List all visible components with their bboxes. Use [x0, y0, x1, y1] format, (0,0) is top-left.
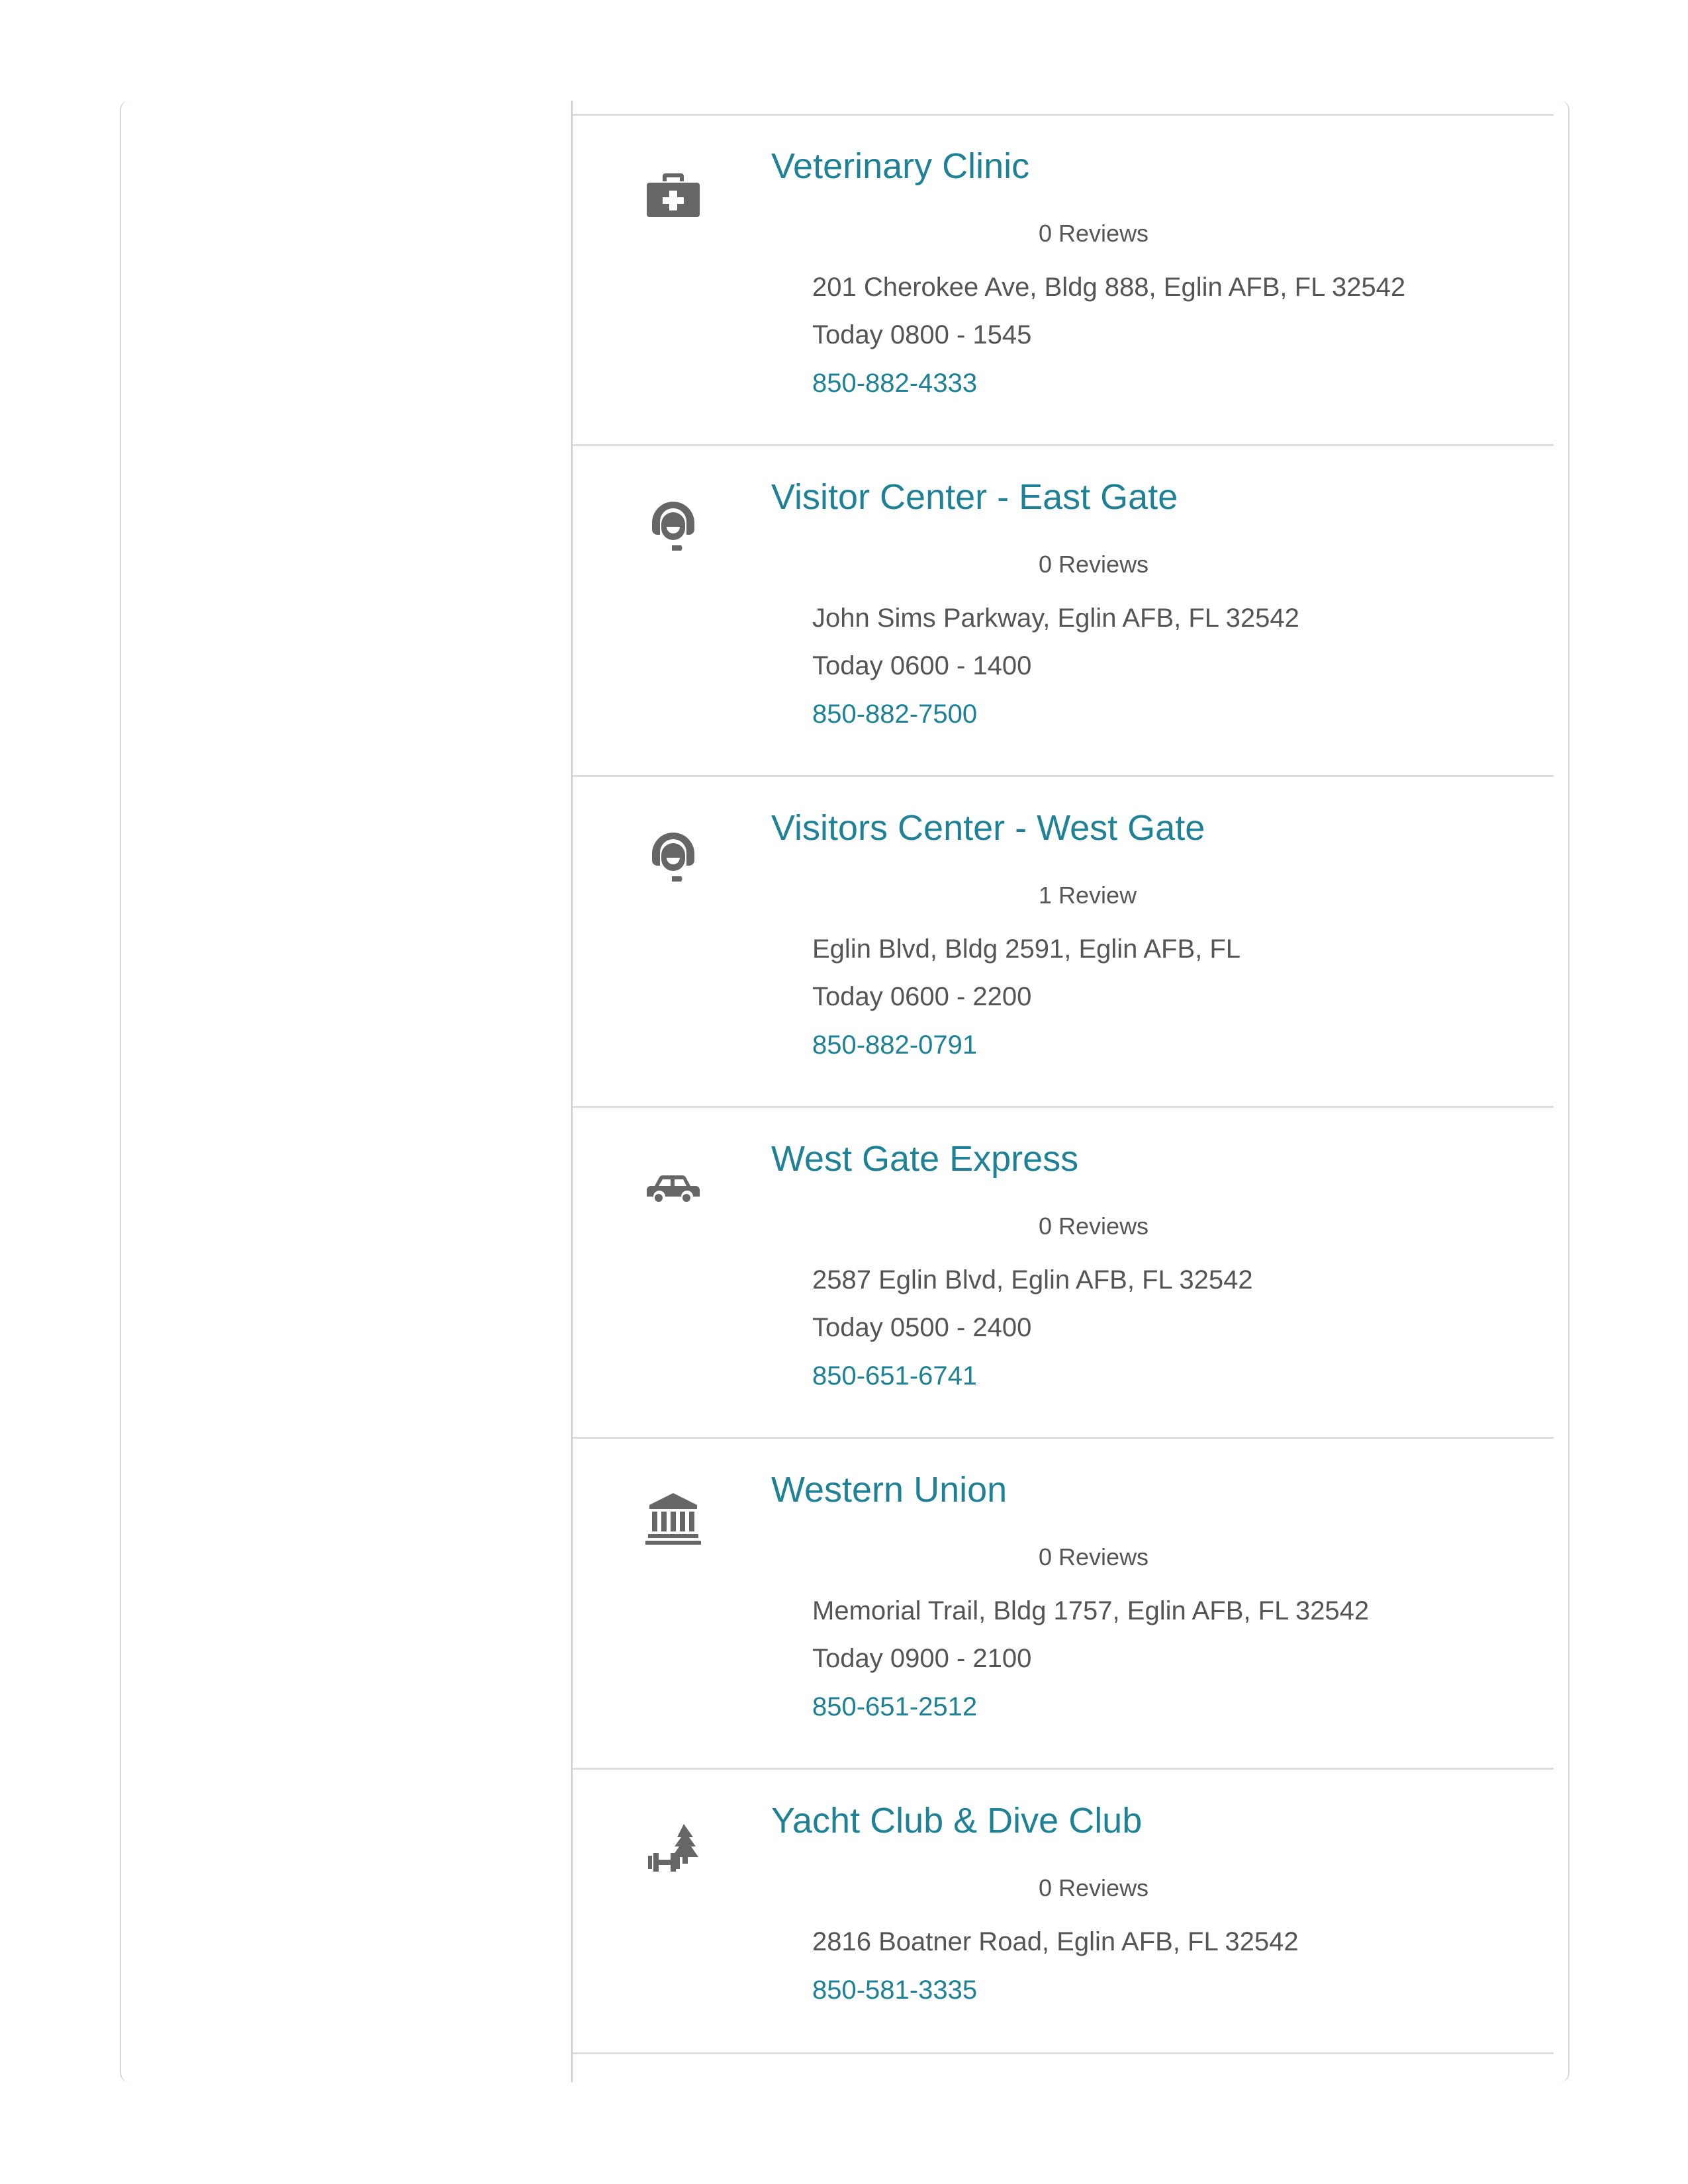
bank-icon	[645, 1490, 701, 1546]
listing-item: Western Union 0 Reviews Memorial Trail, …	[573, 1439, 1554, 1770]
listing-address: John Sims Parkway, Eglin AFB, FL 32542	[812, 604, 1299, 633]
customer-service-icon	[645, 498, 701, 553]
listing-phone[interactable]: 850-882-7500	[812, 700, 977, 729]
listing-reviews[interactable]: 0 Reviews	[1039, 220, 1149, 248]
outdoor-fitness-icon	[645, 1821, 701, 1877]
listing-address: Eglin Blvd, Bldg 2591, Eglin AFB, FL	[812, 934, 1241, 964]
listing-title[interactable]: Veterinary Clinic	[771, 146, 1029, 187]
listing-item: Visitor Center - East Gate 0 Reviews Joh…	[573, 446, 1554, 777]
listing-phone[interactable]: 850-651-6741	[812, 1361, 977, 1391]
sidebar	[121, 101, 571, 2082]
listing-address: Memorial Trail, Bldg 1757, Eglin AFB, FL…	[812, 1596, 1370, 1625]
listing-reviews[interactable]: 1 Review	[1039, 882, 1137, 909]
listing-hours: Today 0600 - 1400	[812, 651, 1032, 680]
listing-title[interactable]: Visitor Center - East Gate	[771, 477, 1178, 518]
listing-reviews[interactable]: 0 Reviews	[1039, 1874, 1149, 1902]
listing-hours: Today 0800 - 1545	[812, 320, 1032, 349]
listing-phone[interactable]: 850-651-2512	[812, 1692, 977, 1722]
listing-reviews[interactable]: 0 Reviews	[1039, 1543, 1149, 1571]
listing-phone[interactable]: 850-882-4333	[812, 369, 977, 398]
listing-hours: Today 0500 - 2400	[812, 1313, 1032, 1342]
listing-title[interactable]: Visitors Center - West Gate	[771, 807, 1205, 848]
customer-service-icon	[645, 829, 701, 884]
listing-reviews[interactable]: 0 Reviews	[1039, 551, 1149, 578]
car-icon	[645, 1160, 701, 1215]
listing-address: 201 Cherokee Ave, Bldg 888, Eglin AFB, F…	[812, 273, 1406, 302]
listing-item: Visitors Center - West Gate 1 Review Egl…	[573, 777, 1554, 1108]
listing-item: Veterinary Clinic 0 Reviews 201 Cherokee…	[573, 115, 1554, 446]
directory-list: Veterinary Clinic 0 Reviews 201 Cherokee…	[571, 101, 1554, 2082]
listing-title[interactable]: West Gate Express	[771, 1138, 1078, 1179]
listing-address: 2816 Boatner Road, Eglin AFB, FL 32542	[812, 1927, 1299, 1956]
listing-reviews[interactable]: 0 Reviews	[1039, 1212, 1149, 1240]
listing-title[interactable]: Yacht Club & Dive Club	[771, 1800, 1142, 1841]
listing-phone[interactable]: 850-581-3335	[812, 1976, 977, 2005]
listing-title[interactable]: Western Union	[771, 1469, 1007, 1510]
listing-phone[interactable]: 850-882-0791	[812, 1030, 977, 1060]
listing-item: Yacht Club & Dive Club 0 Reviews 2816 Bo…	[573, 1770, 1554, 2054]
medical-kit-icon	[645, 167, 701, 222]
listing-item: West Gate Express 0 Reviews 2587 Eglin B…	[573, 1108, 1554, 1439]
listing-address: 2587 Eglin Blvd, Eglin AFB, FL 32542	[812, 1265, 1253, 1295]
listing-hours: Today 0900 - 2100	[812, 1644, 1032, 1673]
listing-hours: Today 0600 - 2200	[812, 982, 1032, 1011]
